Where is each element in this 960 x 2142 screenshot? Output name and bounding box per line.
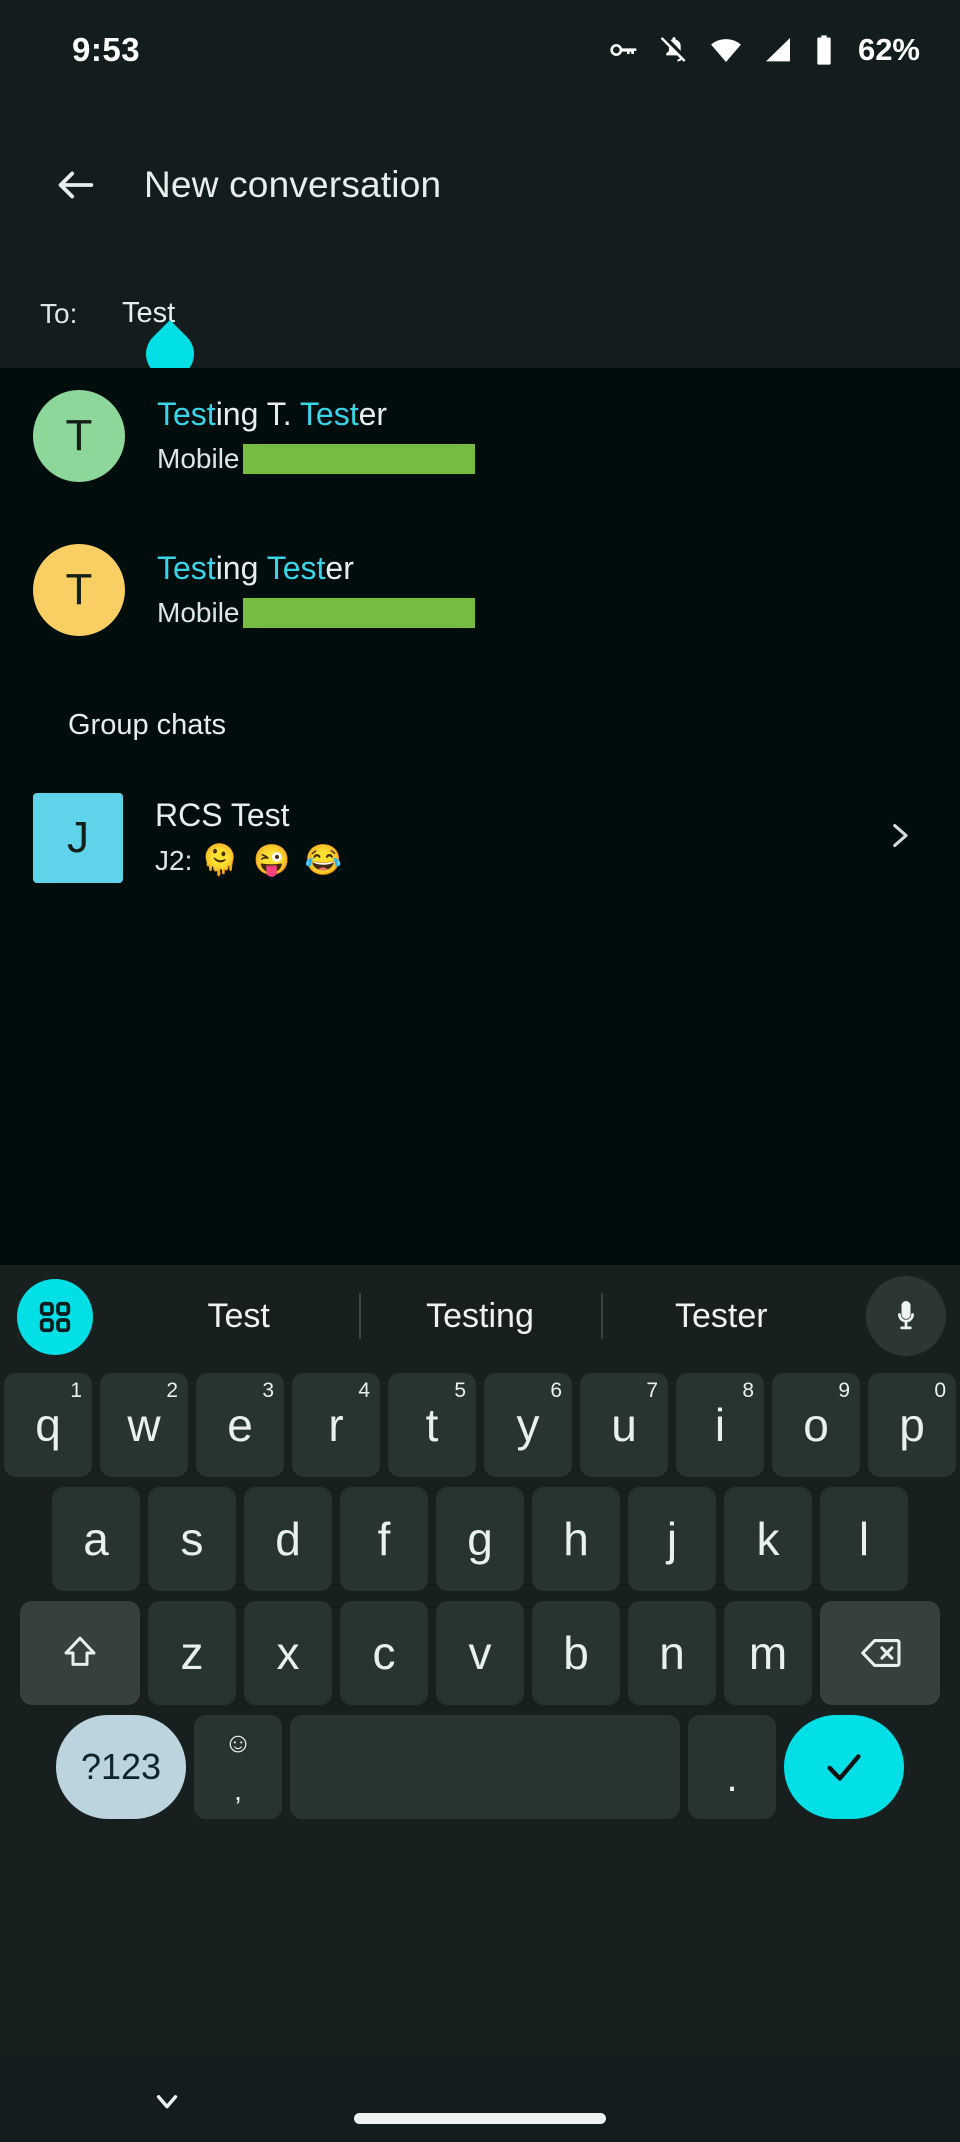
symbols-key[interactable]: ?123 [56,1715,186,1819]
comma-label: , [234,1775,242,1806]
suggestion-strip: Test Testing Tester [0,1265,960,1367]
suggestion-chip-0[interactable]: Test [118,1297,359,1336]
emoji-face-icon: ☺ [223,1727,253,1758]
cellular-signal-icon [762,34,794,66]
recipient-field-row[interactable]: To: Test [0,270,960,388]
on-screen-keyboard: Test Testing Tester 1q 2w 3e 4r 5t 6y 7u… [0,1265,960,2055]
keyboard-row-3: z x c v b n m [0,1601,960,1709]
redacted-phone-number [243,597,476,628]
key-q[interactable]: 1q [4,1373,92,1477]
chevron-right-icon[interactable] [882,819,916,858]
avatar: T [33,390,125,482]
shift-icon[interactable] [20,1601,140,1705]
period-key[interactable]: . [688,1715,776,1819]
chevron-down-icon[interactable] [143,2077,191,2125]
key-o[interactable]: 9o [772,1373,860,1477]
keyboard-row-1: 1q 2w 3e 4r 5t 6y 7u 8i 9o 0p [0,1373,960,1481]
space-key[interactable] [290,1715,680,1819]
suggestion-list: T Testing T. Tester Mobile T Testing Tes… [0,368,960,1265]
vpn-key-icon [607,34,639,66]
key-m[interactable]: m [724,1601,812,1705]
wifi-icon [709,33,743,67]
battery-percent-label: 62% [857,32,920,67]
keyboard-row-2: a s d f g h j k l [0,1487,960,1595]
contact-text: Testing Tester Mobile [157,550,476,630]
suggestion-items: Test Testing Tester [118,1265,842,1367]
avatar: T [33,544,125,636]
redacted-phone-number [243,443,476,474]
phone-screen: 9:53 62% New conversation To: Test T Tes… [0,0,960,2142]
list-item[interactable]: T Testing T. Tester Mobile [0,368,960,504]
group-preview-emoji: 🫠 😜 😂 [201,843,346,877]
navigation-bar [0,2055,960,2142]
key-z[interactable]: z [148,1601,236,1705]
contact-name: Testing T. Tester [157,396,388,433]
suggestion-chip-1[interactable]: Testing [359,1297,600,1336]
contact-subtitle: Mobile [157,442,476,476]
contact-name: Testing Tester [157,550,354,587]
group-subtitle: J2: 🫠 😜 😂 [155,843,346,877]
avatar: J [33,793,123,883]
enter-check-icon[interactable] [784,1715,904,1819]
key-g[interactable]: g [436,1487,524,1591]
home-gesture-pill[interactable] [354,2113,606,2124]
back-button[interactable] [40,149,112,221]
suggestion-chip-2[interactable]: Tester [601,1297,842,1336]
status-time: 9:53 [72,31,141,68]
group-text: RCS Test J2: 🫠 😜 😂 [155,797,345,879]
contact-text: Testing T. Tester Mobile [157,396,476,476]
key-d[interactable]: d [244,1487,332,1591]
list-item[interactable]: J RCS Test J2: 🫠 😜 😂 [0,770,960,906]
key-y[interactable]: 6y [484,1373,572,1477]
key-j[interactable]: j [628,1487,716,1591]
key-r[interactable]: 4r [292,1373,380,1477]
microphone-icon[interactable] [866,1276,946,1356]
app-grid-icon[interactable] [17,1279,93,1355]
key-f[interactable]: f [340,1487,428,1591]
key-c[interactable]: c [340,1601,428,1705]
battery-icon [813,34,835,66]
keyboard-row-4: ?123 ☺ , . [0,1715,960,1823]
list-item[interactable]: T Testing Tester Mobile [0,522,960,658]
key-l[interactable]: l [820,1487,908,1591]
key-k[interactable]: k [724,1487,812,1591]
ringer-muted-icon [658,34,690,66]
key-s[interactable]: s [148,1487,236,1591]
backspace-icon[interactable] [820,1601,940,1705]
status-bar: 9:53 62% [0,0,960,100]
to-label: To: [40,298,78,329]
key-p[interactable]: 0p [868,1373,956,1477]
key-v[interactable]: v [436,1601,524,1705]
page-title: New conversation [144,164,442,205]
key-e[interactable]: 3e [196,1373,284,1477]
app-bar: New conversation [0,100,960,270]
key-w[interactable]: 2w [100,1373,188,1477]
key-a[interactable]: a [52,1487,140,1591]
emoji-comma-key[interactable]: ☺ , [194,1715,282,1819]
key-n[interactable]: n [628,1601,716,1705]
group-name: RCS Test [155,797,290,834]
key-t[interactable]: 5t [388,1373,476,1477]
key-u[interactable]: 7u [580,1373,668,1477]
status-icon-group: 62% [607,32,920,68]
key-h[interactable]: h [532,1487,620,1591]
section-header-group-chats: Group chats [68,709,226,741]
key-x[interactable]: x [244,1601,332,1705]
contact-subtitle: Mobile [157,596,476,630]
key-i[interactable]: 8i [676,1373,764,1477]
key-b[interactable]: b [532,1601,620,1705]
